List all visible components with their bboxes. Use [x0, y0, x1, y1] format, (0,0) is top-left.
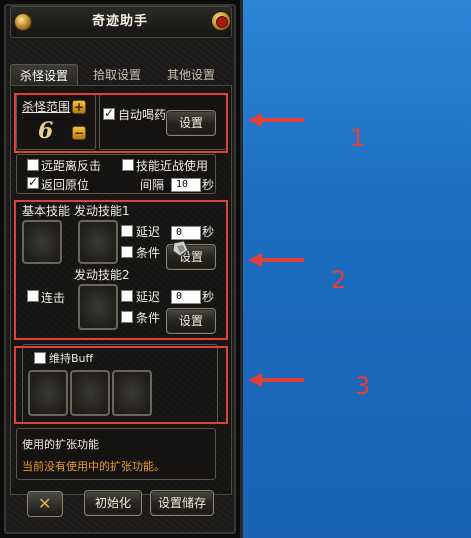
arrow-3-icon	[248, 373, 304, 387]
tab-hunt-settings[interactable]: 杀怪设置	[10, 64, 78, 86]
counter-label: 远距离反击	[41, 159, 102, 173]
melee-skill-checkbox[interactable]	[122, 159, 134, 171]
arrow-2-icon	[248, 253, 304, 267]
close-button[interactable]	[211, 11, 231, 31]
arrow-1-icon	[248, 113, 304, 127]
cancel-x-button[interactable]	[27, 491, 63, 517]
annotation-frame-2	[14, 200, 228, 340]
extension-title: 使用的扩张功能	[22, 438, 99, 451]
tab-bar: 杀怪设置 拾取设置 其他设置	[10, 64, 232, 86]
tab-pickup-settings[interactable]: 拾取设置	[82, 64, 152, 86]
interval-input[interactable]: 10	[171, 178, 201, 192]
counter-checkbox[interactable]	[27, 159, 39, 171]
annotation-frame-1	[14, 93, 228, 153]
annotation-frame-3	[14, 346, 228, 424]
return-checkbox[interactable]	[27, 175, 39, 189]
annotation-number-2: 2	[331, 266, 347, 294]
interval-unit: 秒	[202, 178, 215, 192]
save-settings-button[interactable]: 设置储存	[150, 490, 214, 516]
return-label: 返回原位	[41, 178, 90, 192]
melee-skill-label: 技能近战使用	[136, 159, 209, 173]
annotation-number-1: 1	[350, 124, 366, 152]
window-title: 奇迹助手	[91, 14, 148, 29]
init-button[interactable]: 初始化	[84, 490, 142, 516]
interval-label: 间隔	[140, 178, 165, 192]
tab-other-settings[interactable]: 其他设置	[156, 64, 226, 86]
extension-status: 当前没有使用中的扩张功能。	[22, 460, 165, 473]
annotation-number-3: 3	[355, 372, 371, 400]
